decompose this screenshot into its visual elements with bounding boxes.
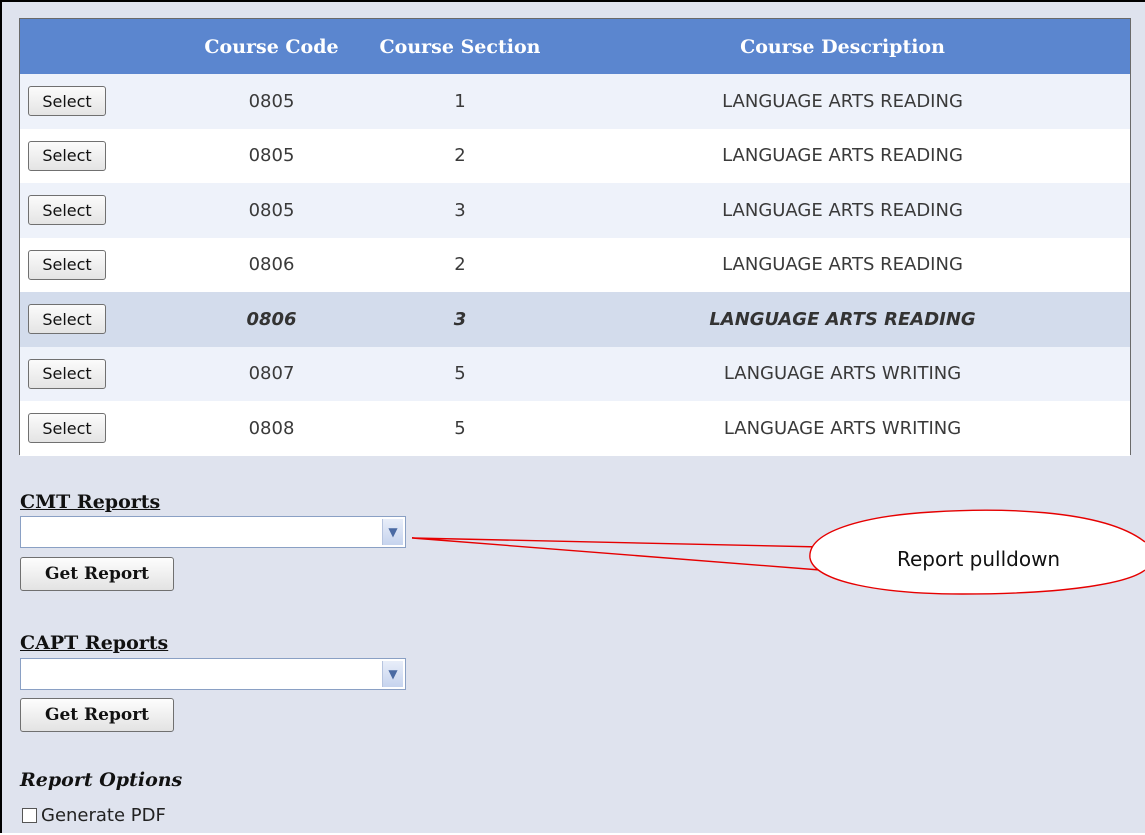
callout-label: Report pulldown bbox=[897, 547, 1061, 571]
callout-bubble bbox=[411, 509, 1145, 595]
page-frame: Course Code Course Section Course Descri… bbox=[0, 0, 1145, 833]
